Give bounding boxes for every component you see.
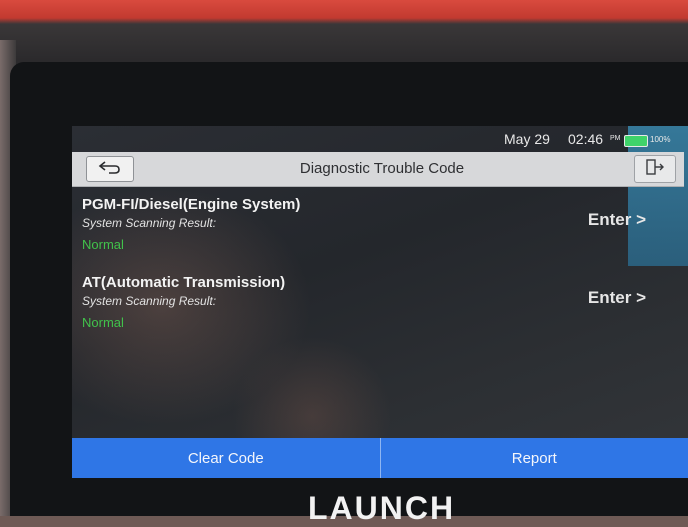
title-bar: Diagnostic Trouble Code [72,152,684,187]
device-screen: May 29 02:46 PM 100% Diagnostic Trouble … [72,126,688,478]
status-bar: May 29 02:46 PM 100% [72,126,688,152]
back-button[interactable] [86,156,134,182]
status-time: 02:46 [568,131,603,147]
brand-logo: LAUNCH [308,490,455,527]
system-result-label: System Scanning Result: [82,294,216,308]
system-status: Normal [82,237,124,252]
system-result-label: System Scanning Result: [82,216,216,230]
report-button[interactable]: Report [381,438,688,478]
system-name: PGM-FI/Diesel(Engine System) [82,196,300,213]
status-date: May 29 [504,131,550,147]
battery-icon [624,135,648,147]
exit-icon [645,158,665,181]
status-ampm: PM [610,135,621,142]
system-name: AT(Automatic Transmission) [82,274,285,291]
clear-code-button[interactable]: Clear Code [72,438,380,478]
exit-button[interactable] [634,155,676,183]
bottom-action-bar: Clear Code Report [72,438,688,478]
back-arrow-icon [97,159,123,180]
battery-percent: 100% [650,135,670,144]
enter-button-engine[interactable]: Enter > [588,210,646,230]
page-title: Diagnostic Trouble Code [212,160,552,177]
system-status: Normal [82,315,124,330]
enter-button-transmission[interactable]: Enter > [588,288,646,308]
